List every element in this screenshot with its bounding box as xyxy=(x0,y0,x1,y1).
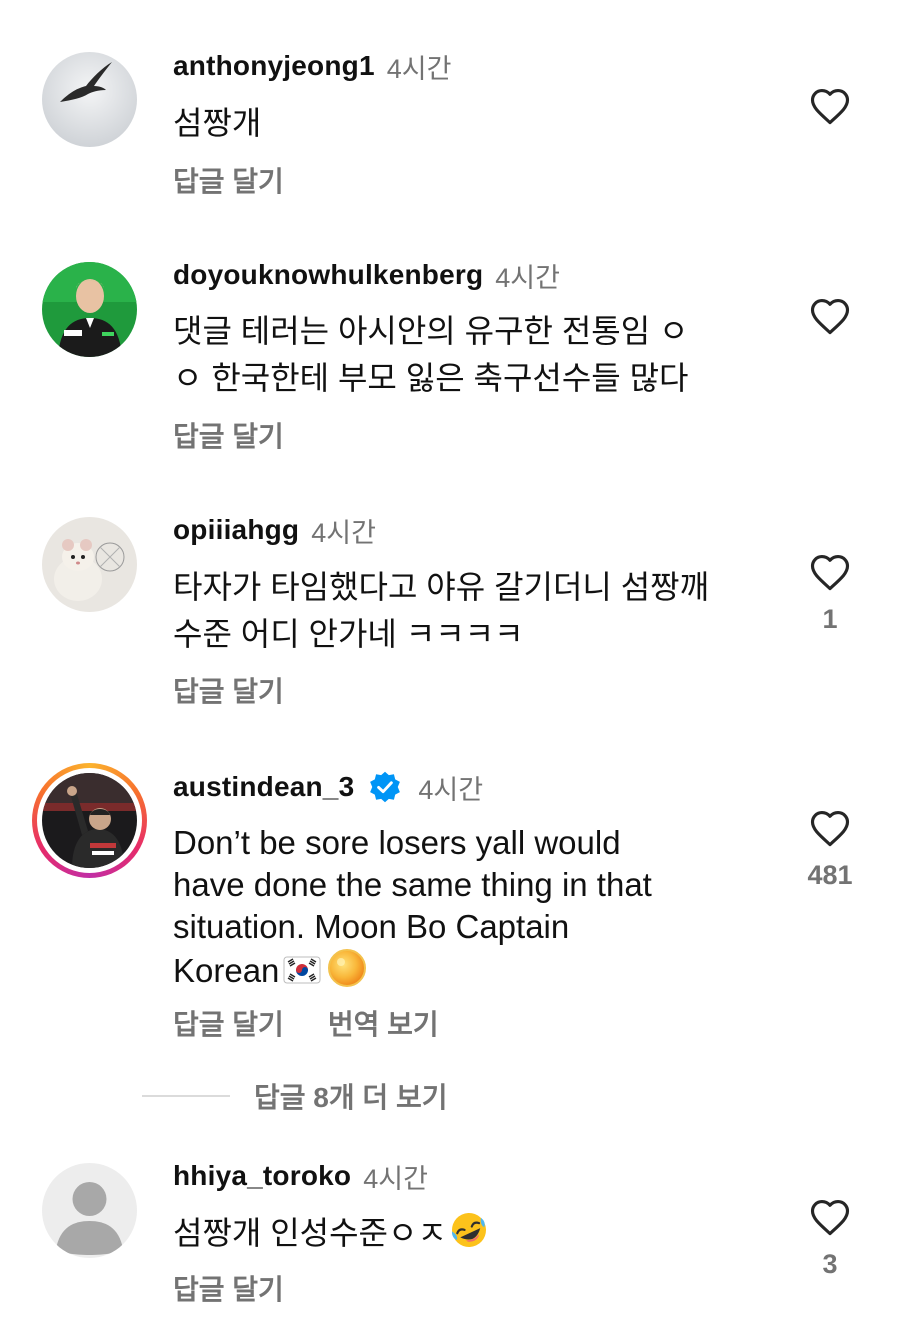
comment-time: 4시간 xyxy=(363,1163,428,1194)
heart-outline-icon[interactable] xyxy=(809,86,851,126)
comment-text-line: Don’t be sore losers yall would xyxy=(173,824,621,861)
heart-outline-icon[interactable] xyxy=(809,552,851,592)
heart-outline-icon[interactable] xyxy=(809,296,851,336)
comment-time: 4시간 xyxy=(418,774,484,805)
like-area: 1 xyxy=(800,552,860,635)
comment-text-line: ㅇ 한국한테 부모 잃은 축구선수들 많다 xyxy=(173,360,689,396)
comment-username[interactable]: opiiiahgg xyxy=(173,514,299,546)
like-area: 3 xyxy=(800,1197,860,1280)
reply-button[interactable]: 답글 달기 xyxy=(173,1268,284,1308)
comment-text-line-last: Korean xyxy=(173,948,773,992)
comment-text-line: 수준 어디 안가네 ㅋㅋㅋㅋ xyxy=(173,616,524,652)
korea-flag-emoji xyxy=(283,956,321,984)
avatar[interactable] xyxy=(42,773,137,868)
avatar[interactable] xyxy=(42,517,137,612)
comment-username[interactable]: austindean_3 xyxy=(173,771,354,803)
avatar[interactable] xyxy=(42,262,137,357)
comment-text: 댓글 테러는 아시안의 유구한 전통임 ㅇ ㅇ 한국한테 부모 잃은 축구선수들… xyxy=(173,308,773,402)
view-more-replies[interactable]: 답글 8개 더 보기 xyxy=(142,1076,447,1116)
comment-username[interactable]: hhiya_toroko xyxy=(173,1160,351,1192)
avatar[interactable] xyxy=(42,52,137,147)
like-area xyxy=(800,86,860,138)
comment-text: 섬짱개 xyxy=(173,105,262,141)
comment-text: 타자가 타임했다고 야유 갈기더니 섬짱깨 수준 어디 안가네 ㅋㅋㅋㅋ xyxy=(173,564,773,658)
sun-emoji xyxy=(328,949,367,987)
story-ring[interactable] xyxy=(32,763,147,878)
default-avatar-icon[interactable] xyxy=(42,1163,137,1258)
comment-text-line: 댓글 테러는 아시안의 유구한 전통임 ㅇ xyxy=(173,313,689,349)
translate-button[interactable]: 번역 보기 xyxy=(328,1003,439,1043)
reply-button[interactable]: 답글 달기 xyxy=(173,1003,284,1043)
reply-button[interactable]: 답글 달기 xyxy=(173,670,284,710)
comment-time: 4시간 xyxy=(386,53,452,84)
comment-text-word: Korean xyxy=(173,952,280,989)
comment-text-main: 섬짱개 인성수준ㅇㅈ xyxy=(173,1215,447,1251)
heart-outline-icon[interactable] xyxy=(809,1197,851,1237)
verified-badge-icon xyxy=(370,771,401,803)
comment-username[interactable]: doyouknowhulkenberg xyxy=(173,259,483,291)
heart-outline-icon[interactable] xyxy=(809,808,851,848)
comment-time: 4시간 xyxy=(311,517,376,548)
like-area: 481 xyxy=(800,808,860,891)
like-area xyxy=(800,296,860,348)
comment-username[interactable]: anthonyjeong1 xyxy=(173,50,375,82)
comment-time: 4시간 xyxy=(495,262,560,293)
divider-line xyxy=(142,1095,230,1097)
like-count: 3 xyxy=(822,1249,838,1279)
like-count: 481 xyxy=(807,860,853,890)
rofl-emoji xyxy=(451,1213,486,1247)
comment-text-line: situation. Moon Bo Captain xyxy=(173,908,570,945)
comment-text-line: 타자가 타임했다고 야유 갈기더니 섬짱깨 xyxy=(173,569,710,605)
reply-button[interactable]: 답글 달기 xyxy=(173,415,284,455)
reply-button[interactable]: 답글 달기 xyxy=(173,160,284,200)
like-count: 1 xyxy=(822,604,838,634)
view-more-replies-label[interactable]: 답글 8개 더 보기 xyxy=(254,1076,447,1116)
comment-text: Don’t be sore losers yall would have don… xyxy=(173,822,773,992)
comment-text-line: have done the same thing in that xyxy=(173,866,652,903)
comment-text: 섬짱개 인성수준ㅇㅈ xyxy=(173,1210,773,1257)
